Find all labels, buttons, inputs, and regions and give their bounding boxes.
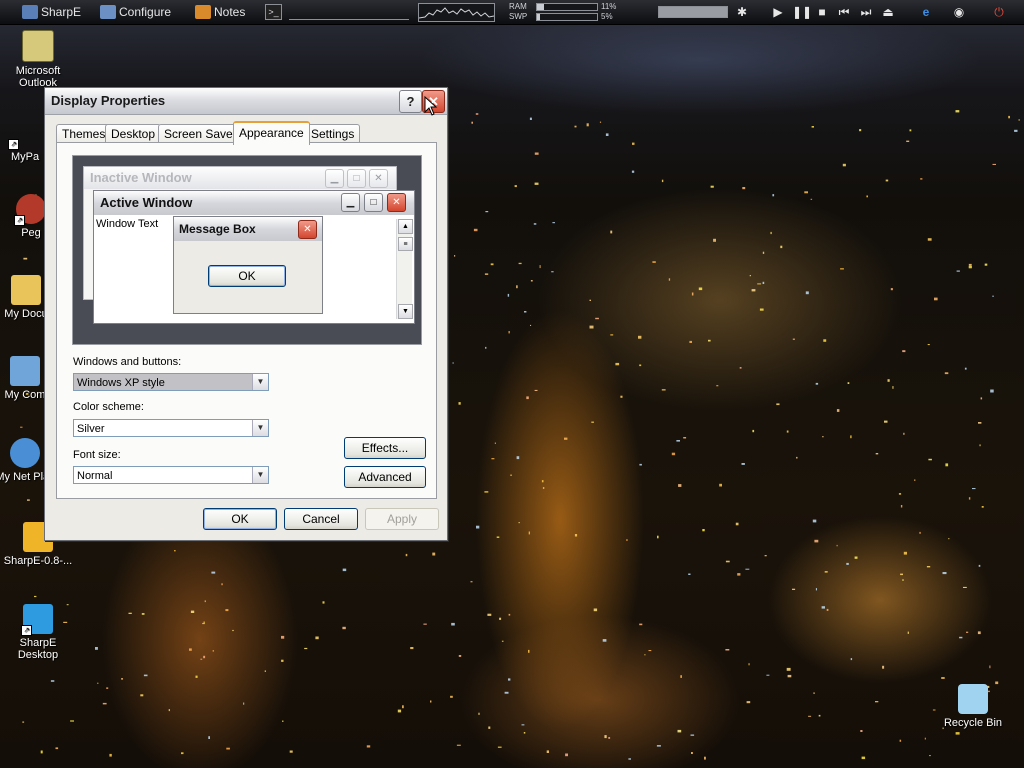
window-text-sample: Window Text [96,218,159,230]
help-icon: ? [406,94,415,109]
appearance-panel: Inactive Window ▁ □ ✕ Active Window ▁ □ … [56,142,437,499]
apply-button[interactable]: Apply [365,508,439,530]
font-size-label: Font size: [73,449,121,461]
ok-button[interactable]: OK [203,508,277,530]
notes-button[interactable]: Notes [195,3,245,21]
sharpe-menu-label: SharpE [41,5,82,19]
app-shortcut-icon: ↗ [14,194,46,226]
desktop-icon-label: My Docu [4,308,48,320]
desktop-icon-label: Peg [21,227,41,239]
desktop-icon-sharpe-desktop[interactable]: ↗ SharpE Desktop [3,604,73,661]
minimize-icon: ▁ [325,169,344,188]
next-icon[interactable]: ⏭ [858,4,874,20]
volume-slider[interactable] [658,6,728,18]
color-scheme-label: Color scheme: [73,401,144,413]
media-player-icon[interactable]: ◉ [951,4,967,20]
tab-appearance[interactable]: Appearance [233,121,310,145]
scroll-up-icon: ▲ [398,219,413,234]
configure-label: Configure [119,5,172,19]
desktop-icon-label: SharpE Desktop [17,637,59,661]
swap-usage-bar [536,13,598,21]
desktop-icon-label: Microsoft Outlook [15,65,61,89]
outlook-icon [22,30,54,62]
ram-label: RAM [509,2,527,11]
color-scheme-select[interactable]: Silver ▼ [73,419,269,437]
configure-button[interactable]: Configure [100,3,171,21]
desktop-icon-outlook[interactable]: Microsoft Outlook [3,30,73,89]
internet-explorer-icon[interactable]: e [918,4,934,20]
cpu-graph-line [418,7,495,19]
network-places-icon [10,438,40,468]
notes-label: Notes [214,5,246,19]
my-documents-icon [11,275,41,305]
desktop-icon-label: My Com [4,389,46,401]
folder-shortcut-icon: ↗ [8,118,40,150]
stop-icon[interactable]: ■ [814,4,830,20]
maximize-icon: □ [347,169,366,188]
chevron-down-icon[interactable]: ▼ [252,420,268,436]
help-button[interactable]: ? [399,90,422,113]
maximize-icon: □ [364,193,383,212]
preview-message-box: Message Box ✕ OK [173,216,323,314]
chevron-down-icon[interactable]: ▼ [252,374,268,390]
pause-icon[interactable]: ❚❚ [792,4,812,20]
scroll-thumb: ≡ [398,237,413,251]
windows-buttons-select[interactable]: Windows XP style ▼ [73,373,269,391]
tab-screen-saver[interactable]: Screen Saver [158,124,243,143]
settings-icon[interactable]: ✱ [734,4,750,20]
chevron-down-icon[interactable]: ▼ [252,467,268,483]
appearance-preview: Inactive Window ▁ □ ✕ Active Window ▁ □ … [72,155,422,345]
configure-icon [100,5,116,19]
swap-usage-fill [537,14,540,20]
power-icon[interactable]: ⏻ [991,4,1007,20]
previous-icon[interactable]: ⏮ [836,4,852,20]
swp-label: SWP [509,12,528,21]
display-properties-dialog: Display Properties ? ✕ Themes Desktop Sc… [44,87,448,541]
ram-usage-fill [537,4,544,10]
minimize-icon: ▁ [341,193,360,212]
cancel-button[interactable]: Cancel [284,508,358,530]
tab-themes[interactable]: Themes [56,124,112,143]
sharpe-icon [22,5,38,19]
play-icon[interactable]: ▶ [770,4,786,20]
my-computer-icon [10,356,40,386]
tab-settings[interactable]: Settings [305,124,361,143]
advanced-button[interactable]: Advanced [344,466,426,488]
dialog-title-bar[interactable]: Display Properties ? ✕ [45,88,447,115]
ram-usage-bar [536,3,598,11]
desktop-icon-recycle-bin[interactable]: Recycle Bin [938,684,1008,729]
close-icon: ✕ [298,220,317,239]
sharpe-desktop-icon: ↗ [21,604,53,636]
notes-icon [195,5,211,19]
cpu-monitor-graph [418,3,495,22]
close-icon: ✕ [387,193,406,212]
swp-percent: 5% [601,12,613,21]
scroll-down-icon: ▼ [398,304,413,319]
ram-percent: 11% [601,2,617,11]
windows-buttons-value: Windows XP style [77,377,165,389]
font-size-select[interactable]: Normal ▼ [73,466,269,484]
close-icon: ✕ [369,169,388,188]
effects-button[interactable]: Effects... [344,437,426,459]
desktop-icon-label: Recycle Bin [943,717,1003,729]
sharpe-menu-button[interactable]: SharpE [22,3,81,21]
recycle-bin-icon [958,684,988,714]
desktop-icon-label: MyPa [10,151,40,163]
console-icon[interactable]: >_ [265,4,282,20]
windows-buttons-label: Windows and buttons: [73,356,182,368]
dialog-title: Display Properties [51,93,166,108]
color-scheme-value: Silver [77,423,105,435]
mouse-cursor-icon [424,96,438,116]
eject-icon[interactable]: ⏏ [880,4,896,20]
preview-scrollbar: ▲ ≡ ▼ [396,219,413,319]
sharpe-top-bar: SharpE Configure Notes >_ RAM SWP 11% 5%… [0,0,1024,25]
desktop-icon-label: SharpE-0.8-... [3,555,73,567]
command-line-input[interactable] [289,13,409,20]
tab-desktop[interactable]: Desktop [105,124,162,143]
font-size-value: Normal [77,470,113,482]
preview-ok-button: OK [208,265,286,287]
